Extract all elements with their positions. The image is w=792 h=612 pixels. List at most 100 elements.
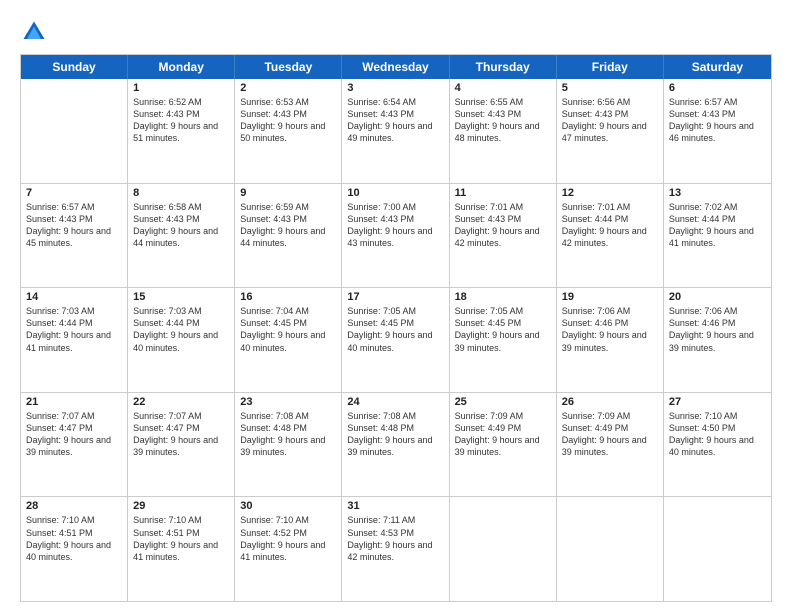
cell-info: Sunrise: 7:10 AM Sunset: 4:51 PM Dayligh…	[133, 514, 229, 563]
week-row-3: 21 Sunrise: 7:07 AM Sunset: 4:47 PM Dayli…	[21, 393, 771, 498]
cal-cell: 25 Sunrise: 7:09 AM Sunset: 4:49 PM Dayli…	[450, 393, 557, 497]
cell-info: Sunrise: 6:55 AM Sunset: 4:43 PM Dayligh…	[455, 96, 551, 145]
cal-cell: 31 Sunrise: 7:11 AM Sunset: 4:53 PM Dayli…	[342, 497, 449, 601]
day-number: 31	[347, 500, 443, 512]
day-number: 6	[669, 82, 766, 94]
cell-info: Sunrise: 7:08 AM Sunset: 4:48 PM Dayligh…	[347, 410, 443, 459]
cal-cell: 6 Sunrise: 6:57 AM Sunset: 4:43 PM Daylig…	[664, 79, 771, 183]
day-number: 4	[455, 82, 551, 94]
day-header-monday: Monday	[128, 55, 235, 79]
day-header-friday: Friday	[557, 55, 664, 79]
cal-cell	[557, 497, 664, 601]
cal-cell: 18Sunrise: 7:05 AM Sunset: 4:45 PM Dayli…	[450, 288, 557, 392]
day-number: 8	[133, 187, 229, 199]
day-number: 7	[26, 187, 122, 199]
cell-info: Sunrise: 6:57 AM Sunset: 4:43 PM Dayligh…	[669, 96, 766, 145]
day-number: 19	[562, 291, 658, 303]
cal-cell: 27 Sunrise: 7:10 AM Sunset: 4:50 PM Dayli…	[664, 393, 771, 497]
cal-cell: 3Sunrise: 6:54 AM Sunset: 4:43 PM Daylig…	[342, 79, 449, 183]
cal-cell: 17 Sunrise: 7:05 AM Sunset: 4:45 PM Dayli…	[342, 288, 449, 392]
cal-cell: 16Sunrise: 7:04 AM Sunset: 4:45 PM Dayli…	[235, 288, 342, 392]
cell-info: Sunrise: 7:02 AM Sunset: 4:44 PM Dayligh…	[669, 201, 766, 250]
week-row-0: 1 Sunrise: 6:52 AM Sunset: 4:43 PM Daylig…	[21, 79, 771, 184]
cal-cell: 20 Sunrise: 7:06 AM Sunset: 4:46 PM Dayli…	[664, 288, 771, 392]
cal-cell: 28 Sunrise: 7:10 AM Sunset: 4:51 PM Dayli…	[21, 497, 128, 601]
day-number: 17	[347, 291, 443, 303]
day-header-wednesday: Wednesday	[342, 55, 449, 79]
day-number: 11	[455, 187, 551, 199]
cal-cell: 19 Sunrise: 7:06 AM Sunset: 4:46 PM Dayli…	[557, 288, 664, 392]
cell-info: Sunrise: 7:05 AM Sunset: 4:45 PM Dayligh…	[347, 305, 443, 354]
calendar-header: SundayMondayTuesdayWednesdayThursdayFrid…	[21, 55, 771, 79]
day-header-thursday: Thursday	[450, 55, 557, 79]
cell-info: Sunrise: 6:52 AM Sunset: 4:43 PM Dayligh…	[133, 96, 229, 145]
cal-cell: 15Sunrise: 7:03 AM Sunset: 4:44 PM Dayli…	[128, 288, 235, 392]
day-number: 21	[26, 396, 122, 408]
week-row-4: 28 Sunrise: 7:10 AM Sunset: 4:51 PM Dayli…	[21, 497, 771, 601]
cal-cell: 23 Sunrise: 7:08 AM Sunset: 4:48 PM Dayli…	[235, 393, 342, 497]
cell-info: Sunrise: 7:03 AM Sunset: 4:44 PM Dayligh…	[26, 305, 122, 354]
cell-info: Sunrise: 7:01 AM Sunset: 4:44 PM Dayligh…	[562, 201, 658, 250]
cell-info: Sunrise: 7:07 AM Sunset: 4:47 PM Dayligh…	[133, 410, 229, 459]
logo	[20, 18, 52, 46]
day-number: 10	[347, 187, 443, 199]
cell-info: Sunrise: 7:06 AM Sunset: 4:46 PM Dayligh…	[669, 305, 766, 354]
cal-cell: 10 Sunrise: 7:00 AM Sunset: 4:43 PM Dayli…	[342, 184, 449, 288]
cell-info: Sunrise: 7:11 AM Sunset: 4:53 PM Dayligh…	[347, 514, 443, 563]
day-number: 5	[562, 82, 658, 94]
cell-info: Sunrise: 6:57 AM Sunset: 4:43 PM Dayligh…	[26, 201, 122, 250]
cal-cell	[21, 79, 128, 183]
cell-info: Sunrise: 7:09 AM Sunset: 4:49 PM Dayligh…	[455, 410, 551, 459]
cell-info: Sunrise: 7:10 AM Sunset: 4:52 PM Dayligh…	[240, 514, 336, 563]
cell-info: Sunrise: 7:08 AM Sunset: 4:48 PM Dayligh…	[240, 410, 336, 459]
logo-icon	[20, 18, 48, 46]
cal-cell: 1 Sunrise: 6:52 AM Sunset: 4:43 PM Daylig…	[128, 79, 235, 183]
cell-info: Sunrise: 7:06 AM Sunset: 4:46 PM Dayligh…	[562, 305, 658, 354]
day-header-saturday: Saturday	[664, 55, 771, 79]
cal-cell: 5 Sunrise: 6:56 AM Sunset: 4:43 PM Daylig…	[557, 79, 664, 183]
week-row-2: 14 Sunrise: 7:03 AM Sunset: 4:44 PM Dayli…	[21, 288, 771, 393]
cell-info: Sunrise: 7:10 AM Sunset: 4:51 PM Dayligh…	[26, 514, 122, 563]
cell-info: Sunrise: 7:05 AM Sunset: 4:45 PM Dayligh…	[455, 305, 551, 354]
cal-cell: 21Sunrise: 7:07 AM Sunset: 4:47 PM Dayli…	[21, 393, 128, 497]
cell-info: Sunrise: 6:59 AM Sunset: 4:43 PM Dayligh…	[240, 201, 336, 250]
day-number: 1	[133, 82, 229, 94]
cal-cell: 26 Sunrise: 7:09 AM Sunset: 4:49 PM Dayli…	[557, 393, 664, 497]
day-number: 24	[347, 396, 443, 408]
cell-info: Sunrise: 6:56 AM Sunset: 4:43 PM Dayligh…	[562, 96, 658, 145]
cell-info: Sunrise: 7:10 AM Sunset: 4:50 PM Dayligh…	[669, 410, 766, 459]
day-number: 13	[669, 187, 766, 199]
calendar: SundayMondayTuesdayWednesdayThursdayFrid…	[20, 54, 772, 602]
day-number: 22	[133, 396, 229, 408]
cell-info: Sunrise: 7:03 AM Sunset: 4:44 PM Dayligh…	[133, 305, 229, 354]
day-number: 23	[240, 396, 336, 408]
day-number: 26	[562, 396, 658, 408]
day-number: 28	[26, 500, 122, 512]
cal-cell: 11 Sunrise: 7:01 AM Sunset: 4:43 PM Dayli…	[450, 184, 557, 288]
day-header-sunday: Sunday	[21, 55, 128, 79]
cal-cell	[664, 497, 771, 601]
day-number: 9	[240, 187, 336, 199]
day-number: 25	[455, 396, 551, 408]
cal-cell	[450, 497, 557, 601]
cell-info: Sunrise: 7:09 AM Sunset: 4:49 PM Dayligh…	[562, 410, 658, 459]
day-number: 3	[347, 82, 443, 94]
day-number: 16	[240, 291, 336, 303]
page: SundayMondayTuesdayWednesdayThursdayFrid…	[0, 0, 792, 612]
day-number: 29	[133, 500, 229, 512]
calendar-body: 1 Sunrise: 6:52 AM Sunset: 4:43 PM Daylig…	[21, 79, 771, 601]
day-number: 20	[669, 291, 766, 303]
cal-cell: 4 Sunrise: 6:55 AM Sunset: 4:43 PM Daylig…	[450, 79, 557, 183]
cal-cell: 12Sunrise: 7:01 AM Sunset: 4:44 PM Dayli…	[557, 184, 664, 288]
cal-cell: 2Sunrise: 6:53 AM Sunset: 4:43 PM Daylig…	[235, 79, 342, 183]
cal-cell: 13 Sunrise: 7:02 AM Sunset: 4:44 PM Dayli…	[664, 184, 771, 288]
week-row-1: 7 Sunrise: 6:57 AM Sunset: 4:43 PM Daylig…	[21, 184, 771, 289]
day-header-tuesday: Tuesday	[235, 55, 342, 79]
day-number: 27	[669, 396, 766, 408]
day-number: 14	[26, 291, 122, 303]
cal-cell: 8Sunrise: 6:58 AM Sunset: 4:43 PM Daylig…	[128, 184, 235, 288]
cell-info: Sunrise: 7:00 AM Sunset: 4:43 PM Dayligh…	[347, 201, 443, 250]
cal-cell: 7 Sunrise: 6:57 AM Sunset: 4:43 PM Daylig…	[21, 184, 128, 288]
cell-info: Sunrise: 7:01 AM Sunset: 4:43 PM Dayligh…	[455, 201, 551, 250]
cal-cell: 22 Sunrise: 7:07 AM Sunset: 4:47 PM Dayli…	[128, 393, 235, 497]
